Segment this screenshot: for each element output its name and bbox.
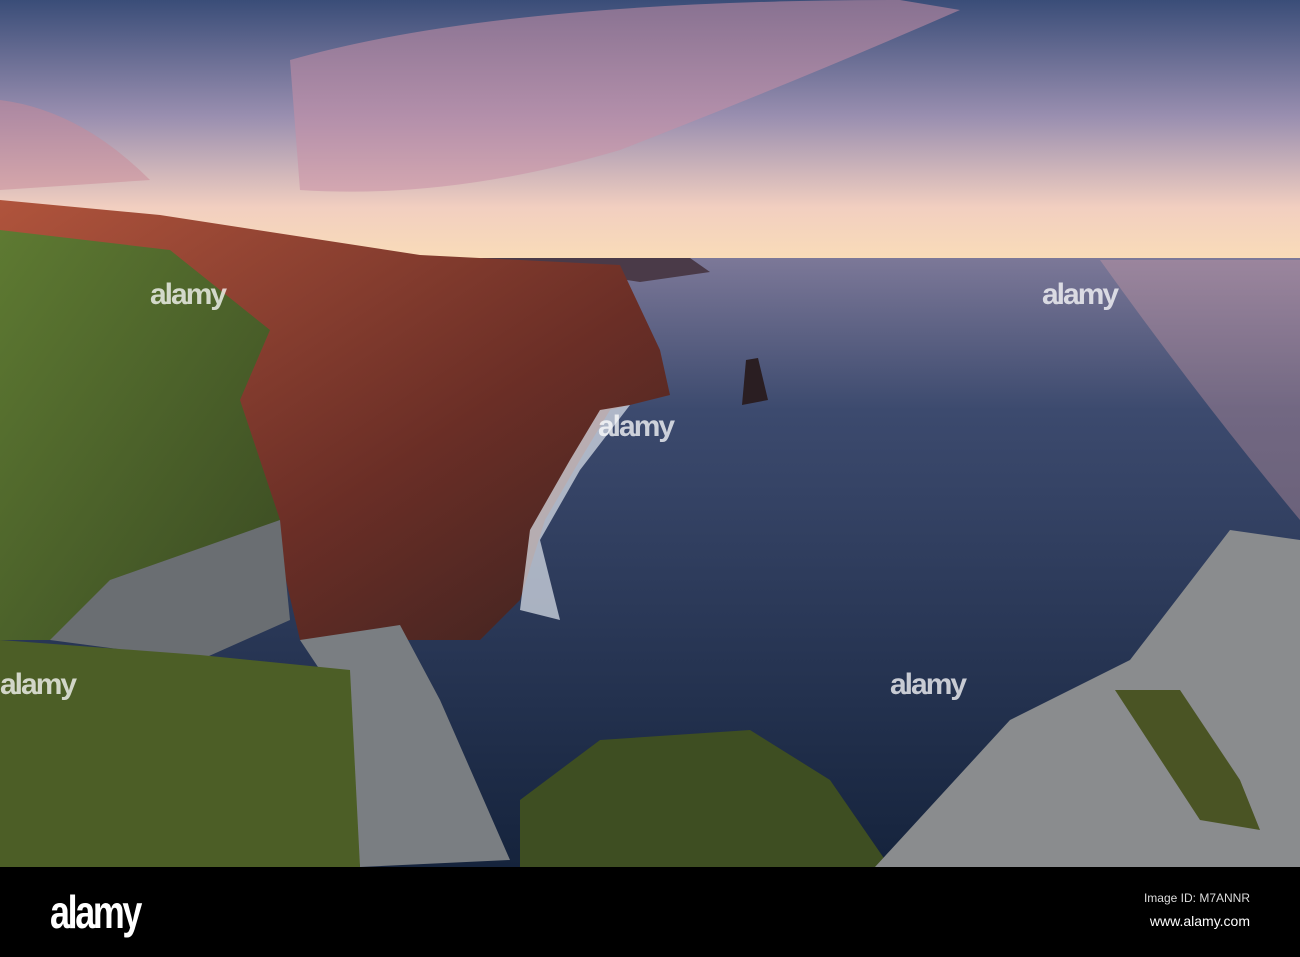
- watermark: alamy: [0, 668, 77, 701]
- landscape-photo: alamy alamy alamy alamy alamy: [0, 0, 1300, 867]
- image-id: Image ID: M7ANNR: [1143, 891, 1250, 905]
- watermark: alamy: [1042, 278, 1119, 311]
- watermark-footer: alamy Image ID: M7ANNR www.alamy.com: [0, 867, 1300, 957]
- watermark: alamy: [598, 410, 675, 443]
- watermark: alamy: [890, 668, 967, 701]
- alamy-logo: alamy: [50, 886, 142, 938]
- watermark: alamy: [150, 278, 227, 311]
- site-url: www.alamy.com: [1149, 913, 1250, 929]
